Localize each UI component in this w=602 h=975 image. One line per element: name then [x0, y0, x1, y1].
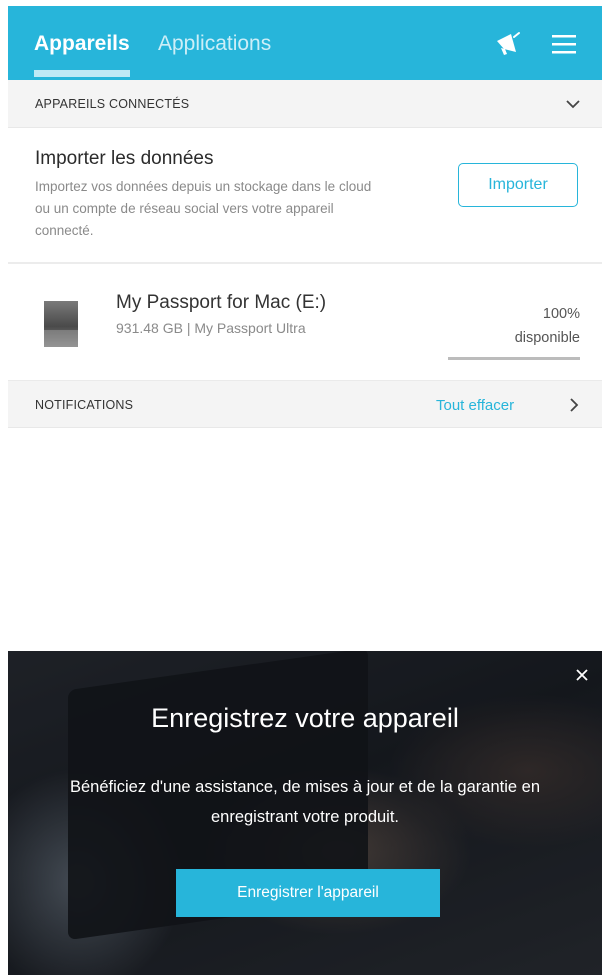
notifications-bar: NOTIFICATIONS Tout effacer	[8, 380, 602, 428]
register-device-button[interactable]: Enregistrer l'appareil	[176, 869, 440, 917]
close-icon[interactable]	[574, 667, 590, 683]
app-window: Appareils Applications APPAREILS CONNECT…	[8, 6, 602, 975]
storage-progress-bar	[448, 357, 580, 360]
chevron-right-icon[interactable]	[566, 397, 582, 413]
connected-devices-bar[interactable]: APPAREILS CONNECTÉS	[8, 80, 602, 128]
device-info: 931.48 GB | My Passport Ultra	[116, 320, 306, 336]
import-description: Importez vos données depuis un stockage …	[35, 179, 372, 238]
tab-devices[interactable]: Appareils	[34, 32, 130, 56]
banner-text: Bénéficiez d'une assistance, de mises à …	[69, 778, 541, 826]
device-percent: 100%	[542, 306, 580, 322]
connected-devices-label: APPAREILS CONNECTÉS	[35, 97, 190, 111]
notifications-label: NOTIFICATIONS	[35, 398, 134, 412]
menu-icon[interactable]	[548, 28, 580, 60]
device-name: My Passport for Mac (E:)	[116, 292, 327, 313]
tab-applications[interactable]: Applications	[158, 32, 271, 56]
banner-title: Enregistrez votre appareil	[151, 703, 459, 733]
device-row[interactable]: My Passport for Mac (E:) 931.48 GB | My …	[8, 264, 602, 380]
header-bar: Appareils Applications	[8, 6, 602, 80]
active-tab-indicator	[34, 70, 130, 77]
chevron-down-icon[interactable]	[565, 96, 581, 112]
import-data-section: Importer les données Importez vos donnée…	[8, 128, 602, 264]
megaphone-icon[interactable]	[492, 28, 524, 60]
storage-progress-fill	[448, 357, 580, 360]
clear-all-link[interactable]: Tout effacer	[436, 397, 514, 414]
device-available: disponible	[514, 330, 580, 346]
hard-drive-icon	[44, 301, 78, 347]
import-button[interactable]: Importer	[458, 163, 578, 207]
register-banner: Enregistrez votre appareil Bénéficiez d'…	[8, 651, 602, 975]
import-title: Importer les données	[35, 148, 214, 169]
